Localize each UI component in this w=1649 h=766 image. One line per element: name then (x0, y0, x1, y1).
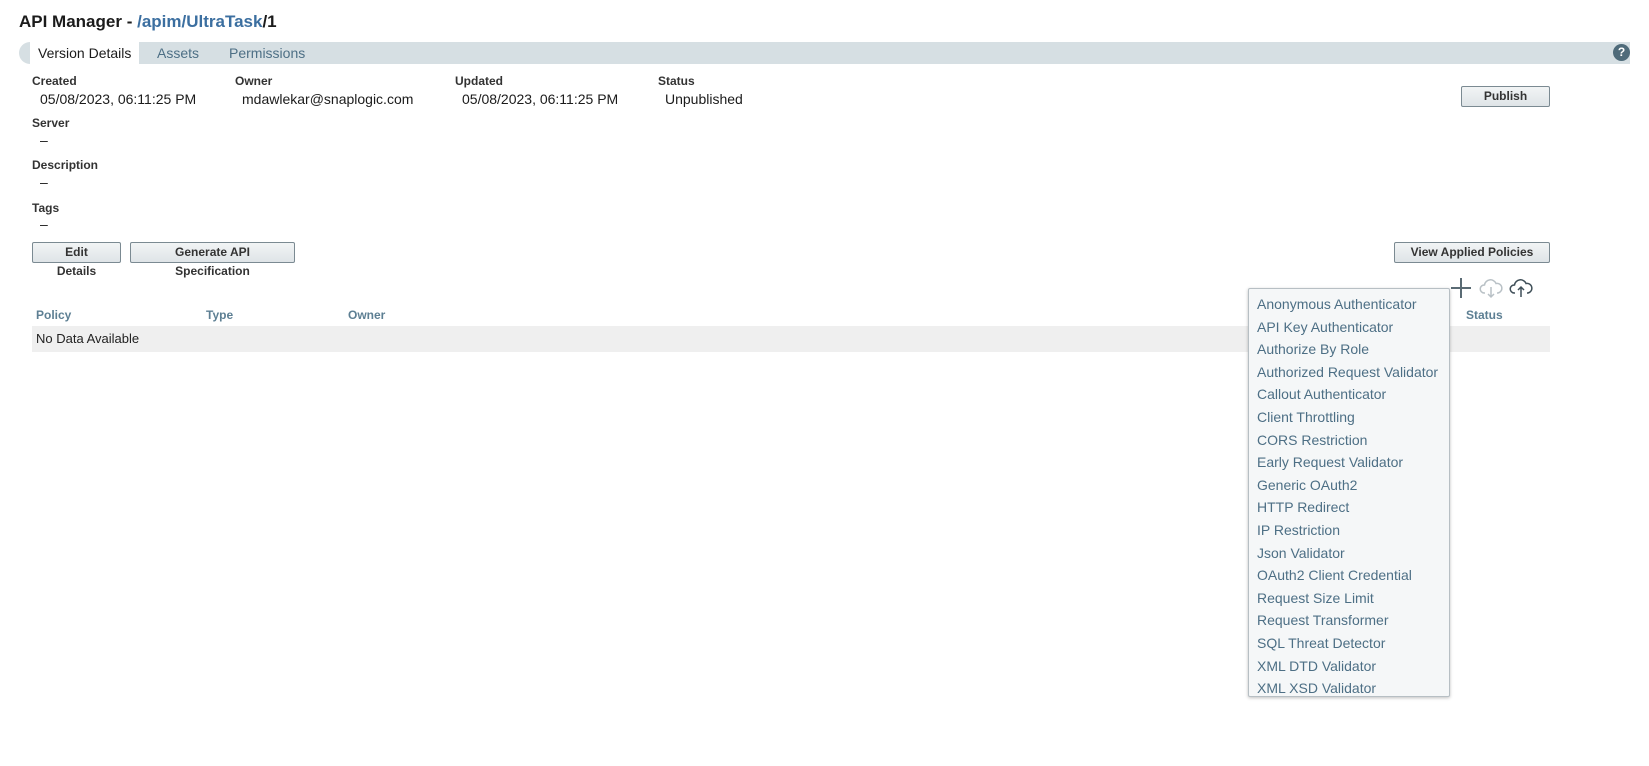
publish-button[interactable]: Publish (1461, 86, 1550, 107)
menu-item-sql-threat-detector[interactable]: SQL Threat Detector (1249, 632, 1449, 655)
menu-item-callout-authenticator[interactable]: Callout Authenticator (1249, 383, 1449, 406)
tab-permissions[interactable]: Permissions (221, 42, 313, 64)
plus-icon[interactable] (1449, 276, 1473, 300)
description-value: – (40, 174, 48, 190)
policy-menu-list: Anonymous Authenticator API Key Authenti… (1249, 289, 1449, 700)
tab-assets[interactable]: Assets (149, 42, 207, 64)
cloud-download-icon[interactable] (1479, 276, 1503, 300)
app-name: API Manager (19, 12, 122, 31)
updated-value: 05/08/2023, 06:11:25 PM (462, 91, 619, 107)
menu-item-request-size-limit[interactable]: Request Size Limit (1249, 587, 1449, 610)
menu-item-authorize-by-role[interactable]: Authorize By Role (1249, 338, 1449, 361)
description-label: Description (32, 158, 99, 172)
server-value: – (40, 132, 48, 148)
breadcrumb-ultratask-link[interactable]: /UltraTask (182, 12, 263, 31)
tab-bar: Version Details Assets Permissions ? (19, 42, 1630, 64)
breadcrumb-apim-link[interactable]: /apim (137, 12, 181, 31)
menu-item-anonymous-authenticator[interactable]: Anonymous Authenticator (1249, 293, 1449, 316)
page-title: API Manager - /apim/UltraTask/1 (19, 12, 277, 32)
tab-version-details[interactable]: Version Details (30, 42, 140, 64)
title-separator: - (121, 12, 138, 31)
menu-item-early-request-validator[interactable]: Early Request Validator (1249, 451, 1449, 474)
view-applied-policies-button[interactable]: View Applied Policies (1394, 242, 1550, 263)
help-icon[interactable]: ? (1613, 44, 1630, 61)
updated-label: Updated (455, 74, 503, 88)
owner-value: mdawlekar@snaplogic.com (242, 91, 414, 107)
menu-item-xml-dtd-validator[interactable]: XML DTD Validator (1249, 655, 1449, 678)
column-policy[interactable]: Policy (36, 308, 71, 322)
menu-item-api-key-authenticator[interactable]: API Key Authenticator (1249, 316, 1449, 339)
cloud-upload-icon[interactable] (1509, 276, 1533, 300)
column-status[interactable]: Status (1466, 308, 1503, 322)
breadcrumb-version: /1 (262, 12, 277, 31)
edit-details-button[interactable]: Edit Details (32, 242, 121, 278)
tags-label: Tags (32, 201, 60, 215)
column-owner[interactable]: Owner (348, 308, 385, 322)
menu-item-authorized-request-validator[interactable]: Authorized Request Validator (1249, 361, 1449, 384)
menu-item-generic-oauth2[interactable]: Generic OAuth2 (1249, 474, 1449, 497)
menu-item-http-redirect[interactable]: HTTP Redirect (1249, 496, 1449, 519)
menu-item-ip-restriction[interactable]: IP Restriction (1249, 519, 1449, 542)
menu-item-xml-xsd-validator[interactable]: XML XSD Validator (1249, 677, 1449, 700)
status-label: Status (658, 74, 695, 88)
menu-item-oauth2-client-credential[interactable]: OAuth2 Client Credential (1249, 564, 1449, 587)
menu-item-cors-restriction[interactable]: CORS Restriction (1249, 429, 1449, 452)
server-label: Server (32, 116, 70, 130)
status-value: Unpublished (665, 91, 743, 107)
created-value: 05/08/2023, 06:11:25 PM (40, 91, 197, 107)
menu-item-json-validator[interactable]: Json Validator (1249, 542, 1449, 565)
created-label: Created (32, 74, 77, 88)
owner-label: Owner (235, 74, 273, 88)
generate-api-spec-button[interactable]: Generate API Specification (130, 242, 295, 278)
add-policy-dropdown: Anonymous Authenticator API Key Authenti… (1248, 288, 1450, 697)
menu-item-client-throttling[interactable]: Client Throttling (1249, 406, 1449, 429)
menu-item-request-transformer[interactable]: Request Transformer (1249, 609, 1449, 632)
no-data-text: No Data Available (36, 331, 140, 346)
column-type[interactable]: Type (206, 308, 233, 322)
tags-value: – (40, 216, 48, 232)
